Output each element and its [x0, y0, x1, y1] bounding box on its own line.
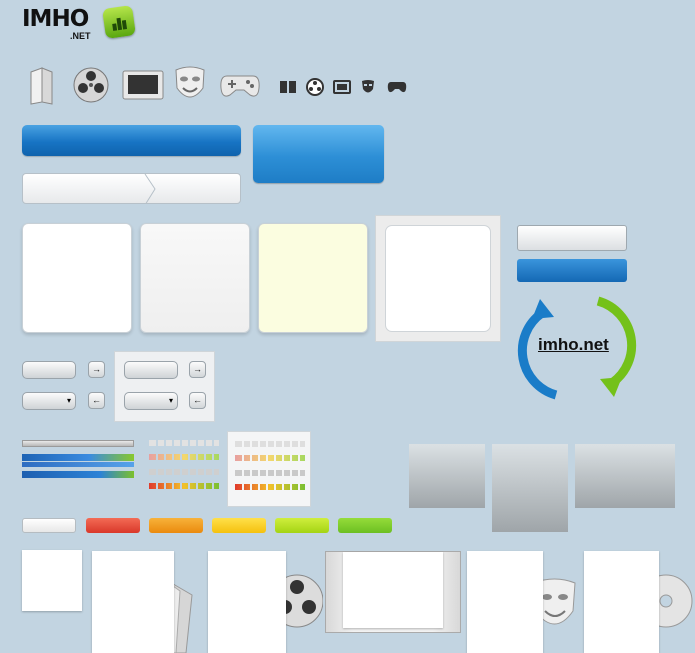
logo-text: IMHO	[22, 6, 89, 32]
page-card-monitor	[325, 551, 461, 633]
monitor-icon[interactable]	[122, 69, 164, 103]
page-sheet	[92, 551, 174, 653]
progress-bar-mixed	[22, 471, 134, 478]
swatch-green[interactable]	[338, 518, 392, 533]
blue-header-bar[interactable]	[22, 125, 241, 156]
panel-inner	[385, 225, 491, 332]
progress-bar-blue-green	[22, 454, 134, 461]
swatch-white[interactable]	[22, 518, 76, 533]
arrow-right-button[interactable]: →	[88, 361, 105, 378]
page-sheet	[343, 552, 443, 628]
book-icon[interactable]	[279, 80, 297, 94]
blue-large-button[interactable]	[253, 125, 384, 183]
small-pill-button[interactable]	[22, 361, 76, 379]
chevron-down-icon: ▾	[168, 396, 173, 405]
page-card-disc	[584, 551, 695, 653]
swatch-red[interactable]	[86, 518, 140, 533]
gamepad-icon[interactable]	[387, 80, 407, 94]
meter-grid-right	[235, 441, 305, 499]
panel-yellow	[258, 223, 368, 333]
gamepad-icon[interactable]	[219, 72, 261, 100]
small-dropdown-button[interactable]: ▾	[22, 392, 76, 410]
page-card-mask	[467, 551, 580, 653]
page-sheet	[584, 551, 659, 653]
progress-track	[22, 440, 134, 447]
grey-gradient-box-1	[409, 444, 485, 508]
swatch-yellow[interactable]	[212, 518, 266, 533]
film-reel-icon[interactable]	[72, 66, 110, 104]
swatch-lime[interactable]	[275, 518, 329, 533]
logo-sub: .NET	[70, 31, 91, 41]
grey-gradient-box-2	[492, 444, 568, 532]
progress-bar-blue	[22, 462, 134, 467]
grey-gradient-box-3	[575, 444, 675, 508]
meter-grid-framed	[227, 431, 311, 507]
progress-bars	[22, 440, 134, 484]
page-card-small	[22, 550, 82, 611]
imho-net-link[interactable]: imho.net	[538, 335, 609, 355]
panel-framed	[375, 215, 501, 342]
meter-rows	[149, 440, 219, 489]
small-dropdown-button-alt[interactable]: ▾	[124, 392, 178, 410]
book-icon[interactable]	[28, 66, 54, 106]
theater-mask-icon[interactable]	[173, 64, 207, 106]
film-reel-icon[interactable]	[306, 78, 324, 96]
chevron-down-icon: ▾	[66, 396, 71, 405]
arrow-right-button-alt[interactable]: →	[189, 361, 206, 378]
small-pill-button-alt[interactable]	[124, 361, 178, 379]
breadcrumb-separator	[144, 174, 156, 203]
panel-white	[22, 223, 132, 333]
panel-light-grey	[140, 223, 250, 333]
swatch-orange[interactable]	[149, 518, 203, 533]
page-sheet	[208, 551, 286, 653]
page-sheet	[467, 551, 543, 653]
grey-bar-button[interactable]	[517, 225, 627, 251]
meter-grid-left	[149, 440, 219, 498]
blue-bar-button[interactable]	[517, 259, 627, 282]
arrow-left-button-alt[interactable]: ←	[189, 392, 206, 409]
arrow-left-button[interactable]: ←	[88, 392, 105, 409]
page-card-book	[92, 551, 202, 653]
theater-mask-icon[interactable]	[361, 79, 375, 95]
bar-chart-icon	[102, 5, 136, 39]
breadcrumb[interactable]	[22, 173, 241, 204]
monitor-icon[interactable]	[333, 80, 351, 94]
page-card-film	[208, 551, 323, 653]
